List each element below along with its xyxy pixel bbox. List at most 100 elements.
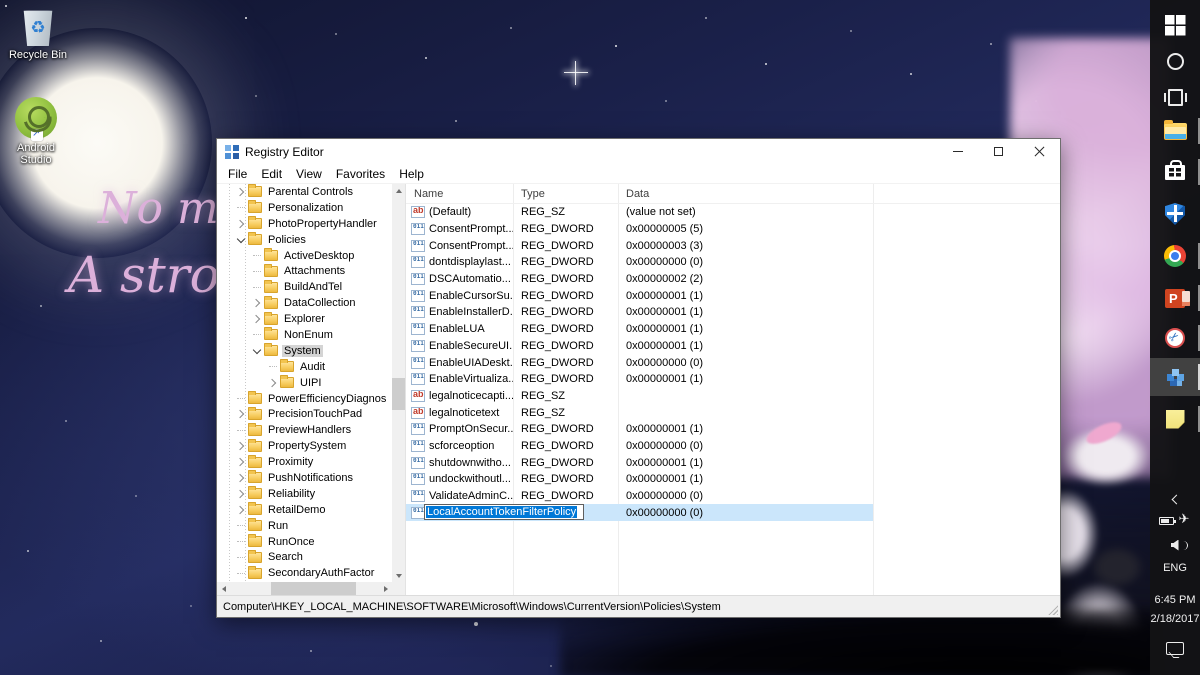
chevron-right-icon[interactable] (251, 300, 263, 306)
tree-item-parental-controls[interactable]: Parental Controls (217, 184, 392, 200)
chevron-right-icon[interactable] (235, 221, 247, 227)
desktop-icon-android-studio[interactable]: Android Studio (0, 97, 74, 166)
scroll-up-button[interactable] (392, 184, 405, 197)
tree-item-previewhandlers[interactable]: PreviewHandlers (217, 422, 392, 438)
value-row-shutdownwitho[interactable]: 011110 shutdownwitho... REG_DWORD 0x0000000… (406, 454, 873, 471)
value-row-enableinstallerd[interactable]: 011110 EnableInstallerD... REG_DWORD 0x0000… (406, 304, 873, 321)
chevron-right-icon[interactable] (235, 491, 247, 497)
rename-value-input[interactable]: LocalAccountTokenFilterPolicy (424, 504, 584, 521)
menu-help[interactable]: Help (392, 165, 431, 183)
taskbar-button-chrome[interactable] (1150, 237, 1200, 275)
tree-horizontal-scrollbar[interactable] (217, 582, 392, 595)
value-row-enablecursorsu[interactable]: 011110 EnableCursorSu... REG_DWORD 0x000000… (406, 287, 873, 304)
airplane-mode-tray[interactable]: ✈ (1159, 510, 1200, 528)
minimize-button[interactable] (937, 139, 978, 164)
maximize-button[interactable] (978, 139, 1019, 164)
value-row-legalnoticetext[interactable]: legalnoticetext REG_SZ (406, 404, 873, 421)
tree-vertical-scrollbar[interactable] (392, 184, 405, 582)
value-row-validateadminc[interactable]: 011110 ValidateAdminC... REG_DWORD 0x000000… (406, 488, 873, 505)
value-row-dscautomatio[interactable]: 011110 DSCAutomatio... REG_DWORD 0x00000002… (406, 271, 873, 288)
show-hidden-icons-button[interactable] (1150, 490, 1200, 508)
taskbar-button-snipping-tool[interactable] (1150, 319, 1200, 357)
chevron-right-icon[interactable] (235, 475, 247, 481)
value-row-localaccounttokenfilterpolicy[interactable]: LocalAccountTokenFilterPolicy011110 0x000… (406, 504, 873, 522)
value-row-legalnoticecapti[interactable]: legalnoticecapti... REG_SZ (406, 388, 873, 405)
tree-item-policies[interactable]: Policies (217, 232, 392, 248)
value-row-scforceoption[interactable]: 011110 scforceoption REG_DWORD 0x00000000 (… (406, 438, 873, 455)
tree-item-runonce[interactable]: RunOnce (217, 534, 392, 550)
taskbar-button-task-view[interactable] (1150, 78, 1200, 116)
chevron-right-icon[interactable] (235, 411, 247, 417)
chevron-down-icon[interactable] (251, 349, 263, 353)
language-indicator[interactable]: ENG (1150, 560, 1200, 576)
column-header-type[interactable]: Type (513, 188, 618, 200)
volume-tray[interactable] (1150, 536, 1200, 554)
chevron-right-icon[interactable] (235, 507, 247, 513)
horizontal-scroll-thumb[interactable] (271, 582, 356, 595)
close-button[interactable] (1019, 139, 1060, 164)
taskbar-button-defender[interactable] (1150, 195, 1200, 233)
value-row-enablevirtualiza[interactable]: 011110 EnableVirtualiza... REG_DWORD 0x0000… (406, 371, 873, 388)
chevron-down-icon[interactable] (235, 238, 247, 242)
resize-grip[interactable] (1048, 605, 1058, 615)
scroll-right-button[interactable] (379, 582, 392, 595)
taskbar-button-file-explorer[interactable] (1150, 112, 1200, 150)
menu-favorites[interactable]: Favorites (329, 165, 392, 183)
tree-item-reliability[interactable]: Reliability (217, 486, 392, 502)
chevron-right-icon[interactable] (235, 443, 247, 449)
tree-item-nonenum[interactable]: NonEnum (217, 327, 392, 343)
scroll-down-button[interactable] (392, 569, 405, 582)
value-row-promptonsecur[interactable]: 011110 PromptOnSecur... REG_DWORD 0x0000000… (406, 421, 873, 438)
value-row-consentprompt[interactable]: 011110 ConsentPrompt... REG_DWORD 0x0000000… (406, 237, 873, 254)
menu-edit[interactable]: Edit (254, 165, 289, 183)
value-row-dontdisplaylast[interactable]: 011110 dontdisplaylast... REG_DWORD 0x00000… (406, 254, 873, 271)
tree-item-activedesktop[interactable]: ActiveDesktop (217, 248, 392, 264)
tree-item-propertysystem[interactable]: PropertySystem (217, 438, 392, 454)
column-separator[interactable] (873, 184, 874, 595)
tree-item-audit[interactable]: Audit (217, 359, 392, 375)
taskbar-button-start[interactable] (1150, 6, 1200, 44)
action-center-button[interactable] (1150, 638, 1200, 658)
taskbar-button-registry-editor[interactable] (1150, 358, 1200, 396)
tree-item-run[interactable]: Run (217, 518, 392, 534)
tree-item-pushnotifications[interactable]: PushNotifications (217, 470, 392, 486)
tree-item-photopropertyhandler[interactable]: PhotoPropertyHandler (217, 216, 392, 232)
title-bar[interactable]: Registry Editor (217, 139, 1060, 164)
column-header-data[interactable]: Data (618, 188, 873, 200)
clock-time[interactable]: 6:45 PM (1150, 593, 1200, 607)
desktop-icon-recycle-bin[interactable]: Recycle Bin (0, 6, 76, 61)
tree-item-powerefficiencydiagnos[interactable]: PowerEfficiencyDiagnos (217, 391, 392, 407)
chevron-right-icon[interactable] (235, 189, 247, 195)
value-row-undockwithoutl[interactable]: 011110 undockwithoutl... REG_DWORD 0x000000… (406, 471, 873, 488)
chevron-right-icon[interactable] (235, 459, 247, 465)
tree-item-attachments[interactable]: Attachments (217, 263, 392, 279)
menu-file[interactable]: File (221, 165, 254, 183)
chevron-right-icon[interactable] (251, 316, 263, 322)
taskbar-button-cortana[interactable] (1150, 42, 1200, 80)
value-row-consentprompt[interactable]: 011110 ConsentPrompt... REG_DWORD 0x0000000… (406, 221, 873, 238)
tree-item-secondaryauthfactor[interactable]: SecondaryAuthFactor (217, 565, 392, 581)
scroll-left-button[interactable] (217, 582, 230, 595)
tree-item-buildandtel[interactable]: BuildAndTel (217, 279, 392, 295)
chevron-right-icon[interactable] (267, 380, 279, 386)
menu-view[interactable]: View (289, 165, 329, 183)
tree-item-personalization[interactable]: Personalization (217, 200, 392, 216)
tree-item-retaildemo[interactable]: RetailDemo (217, 502, 392, 518)
column-header-name[interactable]: Name (406, 188, 513, 200)
value-row-enablesecureui[interactable]: 011110 EnableSecureUI... REG_DWORD 0x000000… (406, 338, 873, 355)
tree-item-uipi[interactable]: UIPI (217, 375, 392, 391)
tree-item-explorer[interactable]: Explorer (217, 311, 392, 327)
tree-item-search[interactable]: Search (217, 549, 392, 565)
taskbar-button-store[interactable] (1150, 153, 1200, 191)
tree-item-precisiontouchpad[interactable]: PrecisionTouchPad (217, 406, 392, 422)
value-row-enablelua[interactable]: 011110 EnableLUA REG_DWORD 0x00000001 (1) (406, 321, 873, 338)
taskbar-button-powerpoint[interactable] (1150, 279, 1200, 317)
value-row-default[interactable]: (Default) REG_SZ (value not set) (406, 204, 873, 221)
tree-item-proximity[interactable]: Proximity (217, 454, 392, 470)
tree-item-datacollection[interactable]: DataCollection (217, 295, 392, 311)
value-row-enableuiadeskt[interactable]: 011110 EnableUIADeskt... REG_DWORD 0x000000… (406, 354, 873, 371)
vertical-scroll-thumb[interactable] (392, 378, 405, 410)
tree-item-system[interactable]: System (217, 343, 392, 359)
taskbar-button-sticky-notes[interactable] (1150, 400, 1200, 438)
clock-date[interactable]: 2/18/2017 (1150, 612, 1200, 626)
